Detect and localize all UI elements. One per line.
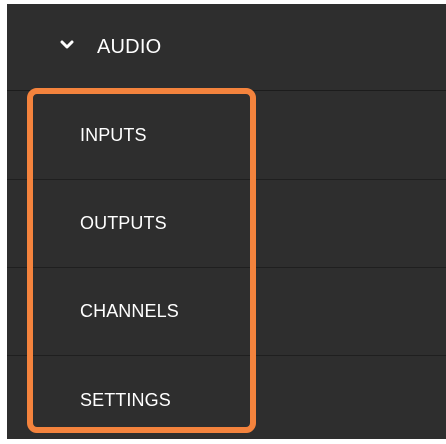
menu-item-inputs[interactable]: INPUTS: [7, 92, 446, 180]
menu-item-channels[interactable]: CHANNELS: [7, 268, 446, 356]
audio-submenu: INPUTS OUTPUTS CHANNELS SETTINGS: [7, 92, 446, 444]
audio-menu-panel: AUDIO INPUTS OUTPUTS CHANNELS SETTINGS: [0, 0, 446, 439]
menu-item-label: INPUTS: [80, 125, 147, 145]
menu-item-label: OUTPUTS: [80, 213, 167, 233]
menu-item-outputs[interactable]: OUTPUTS: [7, 180, 446, 268]
menu-item-label: CHANNELS: [80, 301, 179, 321]
audio-section-header[interactable]: AUDIO: [7, 4, 446, 91]
menu-item-settings[interactable]: SETTINGS: [7, 356, 446, 444]
audio-section-label: AUDIO: [97, 35, 162, 58]
chevron-down-icon: [59, 37, 75, 53]
menu-item-label: SETTINGS: [80, 389, 171, 410]
